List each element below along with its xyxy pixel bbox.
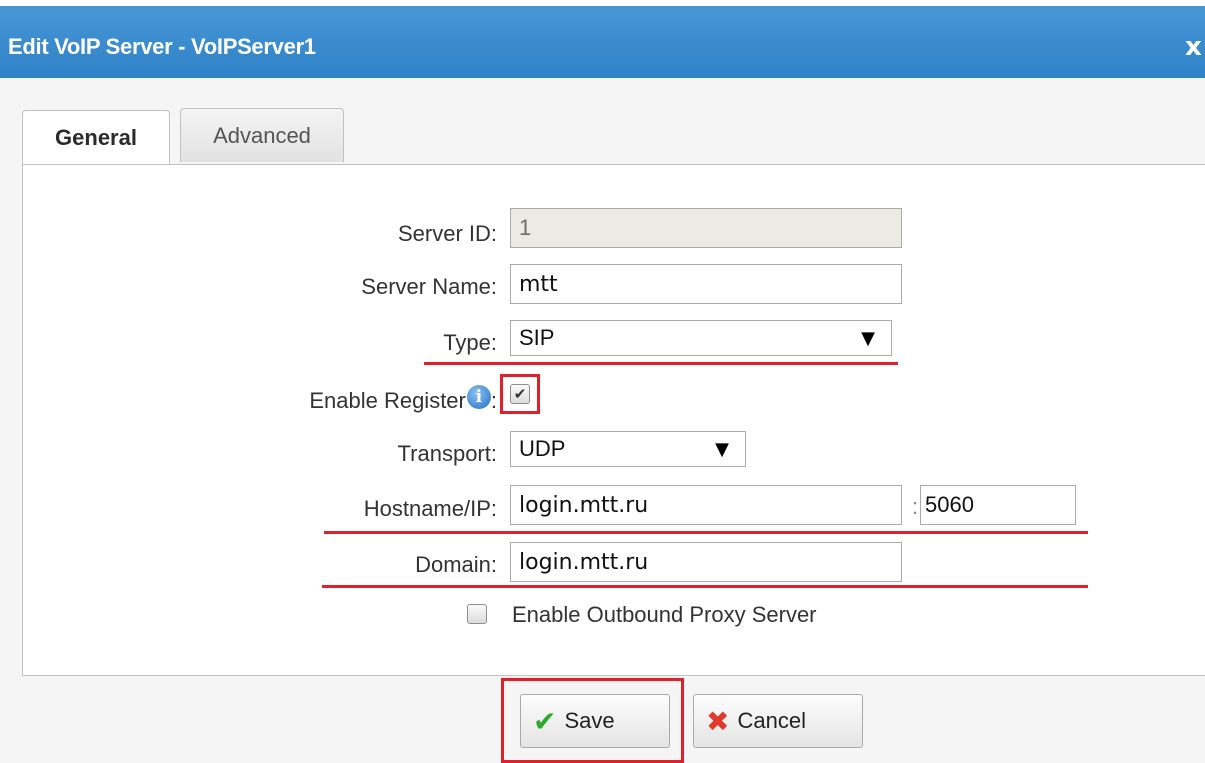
edit-voip-server-dialog: Edit VoIP Server - VoIPServer1 x General… bbox=[0, 0, 1205, 763]
dropdown-arrow-icon: ▼ bbox=[715, 439, 729, 460]
type-label: Type: bbox=[443, 330, 497, 355]
server-name-value: mtt bbox=[519, 271, 558, 297]
dialog-title: Edit VoIP Server - VoIPServer1 bbox=[8, 34, 316, 59]
enable-register-colon: : bbox=[490, 388, 497, 413]
tab-advanced[interactable]: Advanced bbox=[180, 108, 344, 162]
port-separator: : bbox=[912, 494, 919, 519]
port-value: 5060 bbox=[925, 492, 974, 517]
server-name-label: Server Name: bbox=[361, 274, 497, 299]
cancel-button[interactable]: ✖ Cancel bbox=[693, 694, 863, 748]
outbound-proxy-checkbox[interactable] bbox=[467, 604, 487, 624]
server-id-field: 1 bbox=[510, 208, 902, 248]
domain-value: login.mtt.ru bbox=[519, 549, 649, 575]
enable-register-label: Enable Register i: bbox=[309, 385, 497, 414]
type-highlight bbox=[424, 362, 898, 365]
type-select[interactable]: SIP ▼ bbox=[510, 320, 892, 356]
domain-input[interactable]: login.mtt.ru bbox=[510, 542, 902, 582]
checkmark-icon: ✔ bbox=[533, 704, 557, 738]
transport-value: UDP bbox=[519, 436, 566, 461]
hostname-value: login.mtt.ru bbox=[519, 492, 649, 518]
save-button[interactable]: ✔ Save bbox=[520, 694, 670, 748]
hostname-label: Hostname/IP: bbox=[363, 496, 497, 521]
close-icon[interactable]: x bbox=[1185, 32, 1205, 62]
enable-register-text: Enable Register bbox=[309, 388, 466, 413]
dropdown-arrow-icon: ▼ bbox=[861, 328, 875, 349]
cancel-button-label: Cancel bbox=[737, 708, 806, 733]
port-input[interactable]: 5060 bbox=[920, 485, 1076, 525]
save-button-label: Save bbox=[564, 708, 615, 733]
outbound-proxy-label: Enable Outbound Proxy Server bbox=[512, 602, 817, 627]
tab-general[interactable]: General bbox=[22, 110, 170, 164]
server-id-label: Server ID: bbox=[397, 221, 497, 246]
server-id-value: 1 bbox=[519, 215, 532, 240]
info-icon[interactable]: i bbox=[466, 385, 491, 409]
type-value: SIP bbox=[519, 325, 555, 350]
hostname-highlight bbox=[324, 531, 1088, 534]
transport-select[interactable]: UDP ▼ bbox=[510, 431, 746, 467]
domain-highlight bbox=[322, 585, 1088, 588]
transport-label: Transport: bbox=[397, 441, 497, 466]
cross-icon: ✖ bbox=[706, 704, 730, 738]
dialog-titlebar: Edit VoIP Server - VoIPServer1 x bbox=[0, 0, 1205, 78]
tab-bar: General Advanced bbox=[22, 108, 1205, 164]
domain-label: Domain: bbox=[415, 552, 497, 577]
hostname-input[interactable]: login.mtt.ru bbox=[510, 485, 902, 525]
enable-register-checkbox[interactable]: ✔ bbox=[510, 384, 530, 404]
server-name-input[interactable]: mtt bbox=[510, 264, 902, 304]
